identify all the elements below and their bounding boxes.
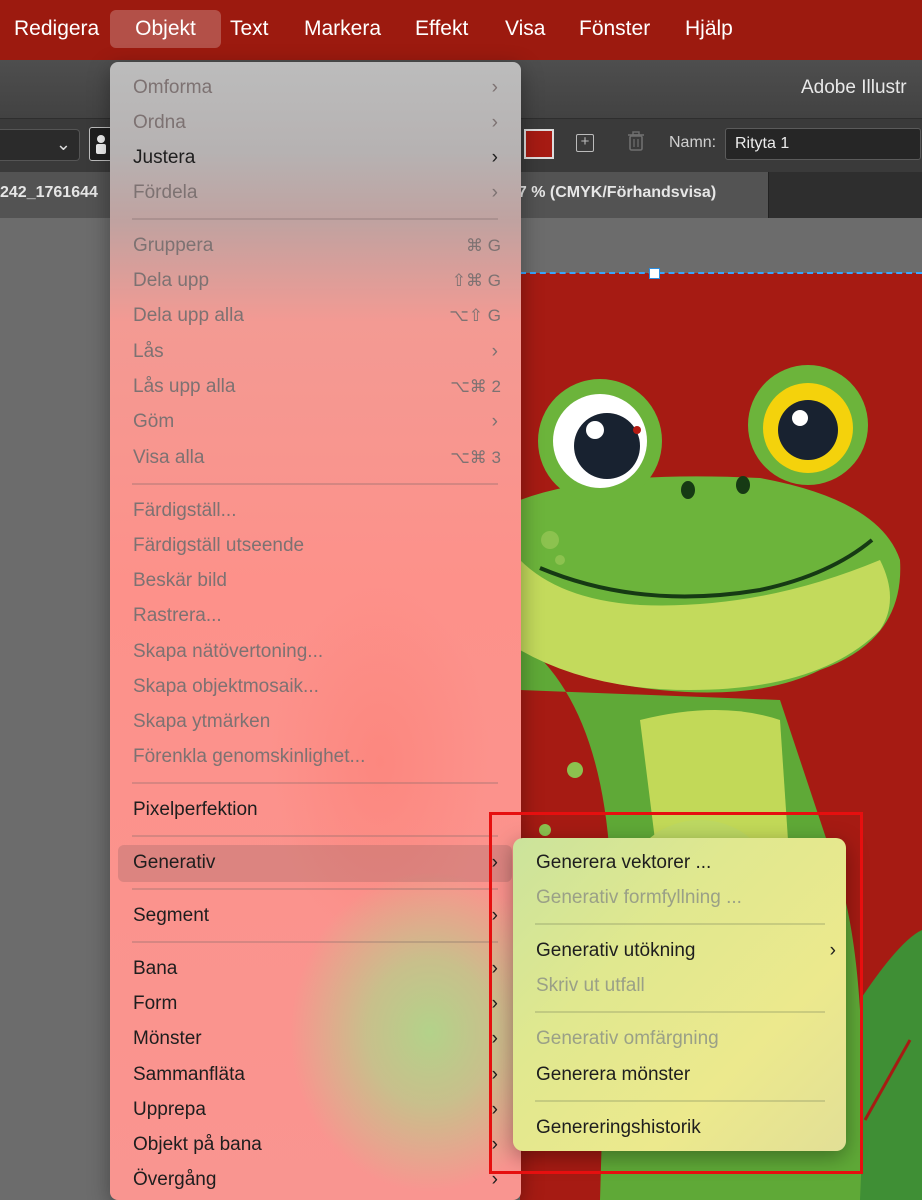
menu-item-label: Dela upp alla xyxy=(133,305,244,326)
menu-item-fordela[interactable]: Fördela › xyxy=(133,177,503,209)
shortcut-label: ⌥⌘ 2 xyxy=(450,377,501,396)
menu-item-label: Fördela xyxy=(133,182,198,203)
menu-item-generativ[interactable]: Generativ › xyxy=(133,847,503,879)
menu-item-beskar-bild[interactable]: Beskär bild xyxy=(133,565,503,597)
menu-item-justera[interactable]: Justera › xyxy=(133,142,503,174)
menu-item-las-upp-alla[interactable]: Lås upp alla ⌥⌘ 2 xyxy=(133,371,503,403)
menu-item-label: Visa alla xyxy=(133,447,205,468)
shortcut-label: ⌥⇧ G xyxy=(449,306,501,325)
menu-item-form[interactable]: Form › xyxy=(133,988,503,1020)
menu-item-label: Omforma xyxy=(133,77,213,98)
chevron-right-icon: › xyxy=(491,112,498,133)
menu-separator xyxy=(132,888,498,890)
menu-item-label: Sammanfläta xyxy=(133,1064,245,1085)
menu-item-label: Lås xyxy=(133,341,164,362)
artboard-name-field[interactable]: Rityta 1 xyxy=(725,128,921,160)
menu-bar: Redigera Objekt Text Markera Effekt Visa… xyxy=(0,0,922,60)
app-title: Adobe Illustr xyxy=(801,77,907,98)
new-artboard-icon[interactable]: + xyxy=(576,134,594,152)
chevron-right-icon: › xyxy=(491,182,498,203)
artboard-name-label: Namn: xyxy=(669,134,717,151)
menu-item-segment[interactable]: Segment › xyxy=(133,900,503,932)
menu-item-dela-upp[interactable]: Dela upp ⇧⌘ G xyxy=(133,265,503,297)
trash-icon[interactable] xyxy=(627,131,645,157)
menu-item-label: Generativ xyxy=(133,852,216,873)
menu-markera[interactable]: Markera xyxy=(296,10,389,48)
menu-item-las[interactable]: Lås › xyxy=(133,336,503,368)
shortcut-label: ⌥⌘ 3 xyxy=(450,448,501,467)
menu-item-objekt-pa-bana[interactable]: Objekt på bana › xyxy=(133,1129,503,1161)
fill-color-swatch[interactable] xyxy=(524,129,554,159)
menu-item-label: Objekt på bana xyxy=(133,1134,262,1155)
menu-separator xyxy=(132,835,498,837)
selection-handle[interactable] xyxy=(649,268,660,279)
menu-separator xyxy=(132,782,498,784)
person-icon xyxy=(96,135,106,154)
menu-separator xyxy=(132,218,498,220)
menu-item-label: Övergång xyxy=(133,1169,217,1190)
menu-item-omforma[interactable]: Omforma › xyxy=(133,72,503,104)
menu-item-label: Justera xyxy=(133,147,196,168)
menu-item-label: Mönster xyxy=(133,1028,202,1049)
menu-objekt[interactable]: Objekt xyxy=(110,10,221,48)
menu-item-rastrera[interactable]: Rastrera... xyxy=(133,600,503,632)
menu-item-gom[interactable]: Göm › xyxy=(133,406,503,438)
menu-item-monster[interactable]: Mönster › xyxy=(133,1023,503,1055)
menu-effekt[interactable]: Effekt xyxy=(407,10,476,48)
menu-fonster[interactable]: Fönster xyxy=(571,10,658,48)
chevron-right-icon: › xyxy=(491,147,498,168)
menu-item-bana[interactable]: Bana › xyxy=(133,953,503,985)
menu-item-label: Göm xyxy=(133,411,175,432)
menu-item-upprepa[interactable]: Upprepa › xyxy=(133,1094,503,1126)
menu-item-label: Lås upp alla xyxy=(133,376,236,397)
menu-item-skapa-natovertoning[interactable]: Skapa nätövertoning... xyxy=(133,636,503,668)
menu-item-visa-alla[interactable]: Visa alla ⌥⌘ 3 xyxy=(133,442,503,474)
chevron-right-icon: › xyxy=(491,411,498,432)
menu-item-fardigstall-utseende[interactable]: Färdigställ utseende xyxy=(133,530,503,562)
chevron-right-icon: › xyxy=(491,77,498,98)
shortcut-label: ⌘ G xyxy=(466,236,501,255)
menu-item-label: Upprepa xyxy=(133,1099,206,1120)
menu-item-dela-upp-alla[interactable]: Dela upp alla ⌥⇧ G xyxy=(133,300,503,332)
menu-item-label: Gruppera xyxy=(133,235,214,256)
menu-item-fardigstall[interactable]: Färdigställ... xyxy=(133,495,503,527)
menu-item-label: Bana xyxy=(133,958,178,979)
objekt-menu: Omforma › Ordna › Justera › Fördela › Gruppe… xyxy=(110,62,521,1200)
menu-separator xyxy=(132,941,498,943)
menu-item-label: Dela upp xyxy=(133,270,210,291)
artboard-selection-edge xyxy=(520,272,922,274)
menu-item-skapa-ytmarken[interactable]: Skapa ytmärken xyxy=(133,706,503,738)
annotation-highlight-box xyxy=(489,812,863,1174)
chevron-down-icon: ⌄ xyxy=(55,134,71,154)
menu-visa[interactable]: Visa xyxy=(497,10,553,48)
menu-redigera[interactable]: Redigera xyxy=(6,10,107,48)
preset-dropdown[interactable]: ⌄ xyxy=(0,129,80,161)
menu-hjalp[interactable]: Hjälp xyxy=(677,10,741,48)
menu-item-label: Segment xyxy=(133,905,210,926)
document-tab-zoom-mode: 67 % (CMYK/Förhandsvisa) xyxy=(509,184,717,201)
menu-item-label: Form xyxy=(133,993,178,1014)
menu-item-forenkla-genomskinlighet[interactable]: Förenkla genomskinlighet... xyxy=(133,741,503,773)
menu-separator xyxy=(132,483,498,485)
menu-text[interactable]: Text xyxy=(222,10,277,48)
menu-item-skapa-objektmosaik[interactable]: Skapa objektmosaik... xyxy=(133,671,503,703)
menu-item-sammanflata[interactable]: Sammanfläta › xyxy=(133,1059,503,1091)
menu-item-pixelperfektion[interactable]: Pixelperfektion xyxy=(133,794,503,826)
document-tab-filename: 242_1761644 xyxy=(0,184,98,201)
menu-item-ordna[interactable]: Ordna › xyxy=(133,107,503,139)
menu-item-overgang[interactable]: Övergång › xyxy=(133,1164,503,1196)
shortcut-label: ⇧⌘ G xyxy=(451,271,501,290)
menu-item-label: Ordna xyxy=(133,112,186,133)
menu-item-gruppera[interactable]: Gruppera ⌘ G xyxy=(133,230,503,262)
chevron-right-icon: › xyxy=(491,341,498,362)
